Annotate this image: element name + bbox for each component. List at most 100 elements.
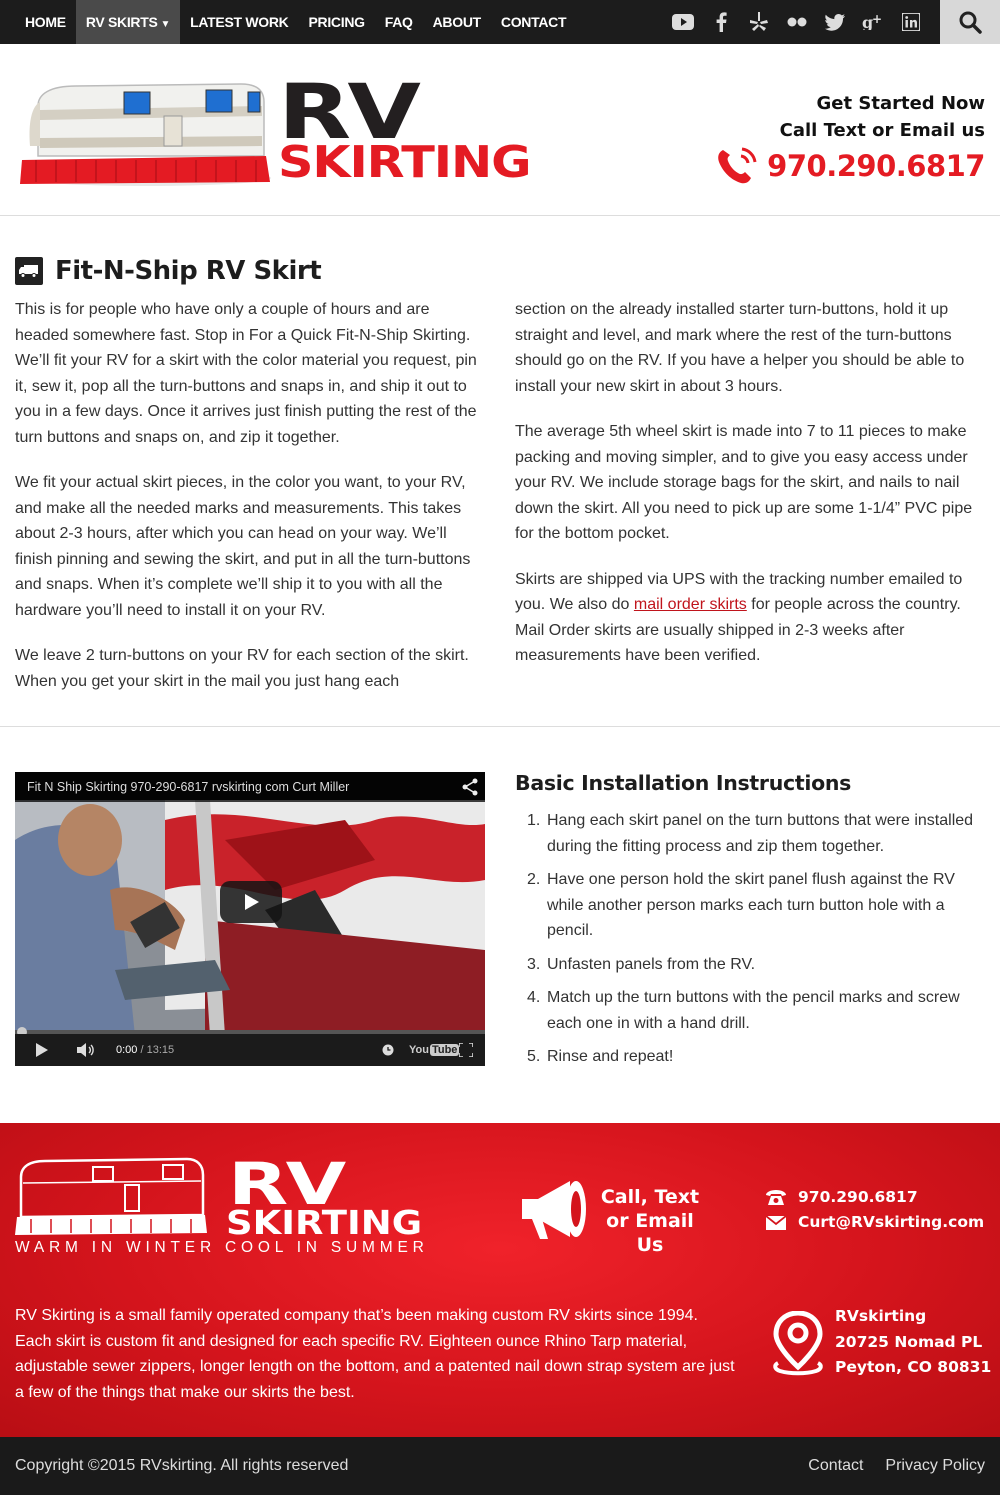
page-title: Fit-N-Ship RV Skirt xyxy=(55,256,322,286)
logo-skirting-text: SKIRTING xyxy=(278,137,532,188)
shipping-paragraph: Skirts are shipped via UPS with the trac… xyxy=(515,567,990,669)
video-controls: 0:00 / 13:15 You Tube xyxy=(15,1034,485,1066)
list-item: 1. Hang each skirt panel on the turn butt… xyxy=(515,808,985,859)
video-title[interactable]: Fit N Ship Skirting 970-290-6817 rvskirt… xyxy=(15,772,485,802)
paragraph: This is for people who have only a coupl… xyxy=(15,301,477,446)
list-item: 3. Unfasten panels from the RV. xyxy=(515,952,985,978)
watch-later-icon[interactable] xyxy=(382,1044,394,1056)
chevron-down-icon: ▼ xyxy=(160,19,171,30)
footer-email[interactable]: Curt@RVskirting.com xyxy=(798,1210,984,1235)
header-phone-number[interactable]: 970.290.6817 xyxy=(767,149,985,183)
site-footer: RV SKIRTING WARM IN WINTER COOL IN SUMME… xyxy=(0,1123,1000,1437)
footer-contact: 970.290.6817 Curt@RVskirting.com xyxy=(765,1185,984,1235)
time-separator: / xyxy=(137,1044,147,1056)
header-call-to-action: Get Started Now Call Text or Email us 97… xyxy=(715,90,985,186)
nav-item-faq[interactable]: FAQ xyxy=(375,0,423,44)
content-left-column: This is for people who have only a coupl… xyxy=(15,297,485,714)
mail-order-skirts-link[interactable]: mail order skirts xyxy=(634,596,747,613)
step-text: Match up the turn buttons with the penci… xyxy=(547,989,960,1032)
footer-phone-row: 970.290.6817 xyxy=(765,1185,984,1210)
top-nav-bar: HOME RV SKIRTS ▼ LATEST WORK PRICING FAQ … xyxy=(0,0,1000,44)
section-divider xyxy=(0,726,1000,727)
flickr-icon[interactable] xyxy=(778,0,816,44)
footer-tagline: WARM IN WINTER COOL IN SUMMER xyxy=(15,1239,429,1256)
paragraph: The average 5th wheel skirt is made into… xyxy=(515,423,973,542)
video-play-button[interactable] xyxy=(220,881,282,923)
footer-logo-rv: RV xyxy=(228,1150,346,1218)
step-number: 1. xyxy=(527,812,541,829)
social-links: g + xyxy=(664,0,930,44)
search-icon xyxy=(959,11,982,34)
search-button[interactable] xyxy=(940,0,1000,44)
svg-text:+: + xyxy=(872,14,882,26)
cta-get-started: Get Started Now xyxy=(816,93,985,114)
step-text: Hang each skirt panel on the turn button… xyxy=(547,812,974,855)
time-total: 13:15 xyxy=(146,1044,175,1056)
rv-trailer-outline-icon xyxy=(15,1157,207,1235)
step-text: Rinse and repeat! xyxy=(547,1048,674,1065)
twitter-icon[interactable] xyxy=(816,0,854,44)
step-text: Have one person hold the skirt panel flu… xyxy=(547,871,955,939)
time-current: 0:00 xyxy=(116,1044,138,1056)
copyright-text: Copyright ©2015 RVskirting. All rights r… xyxy=(15,1457,349,1474)
main-menu: HOME RV SKIRTS ▼ LATEST WORK PRICING FAQ … xyxy=(15,0,576,44)
paragraph: We leave 2 turn-buttons on your RV for e… xyxy=(15,647,469,690)
yelp-icon[interactable] xyxy=(740,0,778,44)
envelope-icon xyxy=(765,1215,787,1230)
nav-item-about[interactable]: ABOUT xyxy=(423,0,491,44)
footer-link-contact[interactable]: Contact xyxy=(808,1437,863,1495)
truck-icon xyxy=(15,257,43,285)
paragraph: section on the already installed starter… xyxy=(515,301,965,395)
logo-rv-text: RV xyxy=(278,67,421,156)
volume-icon[interactable] xyxy=(77,1043,97,1057)
bottom-links: Contact Privacy Policy xyxy=(786,1437,985,1495)
youtube-logo[interactable]: You Tube xyxy=(409,1044,460,1056)
instructions-list: 1. Hang each skirt panel on the turn butt… xyxy=(515,808,985,1078)
nav-item-contact[interactable]: CONTACT xyxy=(491,0,576,44)
list-item: 2. Have one person hold the skirt panel f… xyxy=(515,867,985,944)
rv-trailer-logo-image xyxy=(20,83,271,186)
footer-email-row: Curt@RVskirting.com xyxy=(765,1210,984,1235)
footer-about-text: RV Skirting is a small family operated c… xyxy=(15,1307,735,1401)
call-line-2: or Email Us xyxy=(606,1210,694,1256)
footer-phone[interactable]: 970.290.6817 xyxy=(798,1185,918,1210)
phone-icon xyxy=(718,147,757,184)
youtube-icon[interactable] xyxy=(664,0,702,44)
nav-item-home[interactable]: HOME xyxy=(15,0,76,44)
step-text: Unfasten panels from the RV. xyxy=(547,955,756,973)
cta-call-text-email: Call Text or Email us xyxy=(779,120,985,141)
linkedin-icon[interactable] xyxy=(892,0,930,44)
youtube-logo-text: You xyxy=(409,1044,429,1056)
footer-address: RVskirting 20725 Nomad PL Peyton, CO 808… xyxy=(835,1304,991,1381)
map-pin-icon xyxy=(773,1311,823,1376)
footer-link-privacy-policy[interactable]: Privacy Policy xyxy=(885,1437,985,1495)
instructions-title: Basic Installation Instructions xyxy=(515,771,852,795)
list-item: 4. Match up the turn buttons with the pen… xyxy=(515,985,985,1036)
telephone-icon xyxy=(765,1189,787,1206)
share-icon[interactable] xyxy=(461,778,479,796)
nav-item-latest-work[interactable]: LATEST WORK xyxy=(180,0,298,44)
site-header: RV SKIRTING Get Started Now Call Text or… xyxy=(0,44,1000,216)
nav-item-label: RV SKIRTS xyxy=(85,14,158,30)
play-icon xyxy=(245,894,259,910)
facebook-icon[interactable] xyxy=(702,0,740,44)
youtube-video-player[interactable]: Fit N Ship Skirting 970-290-6817 rvskirt… xyxy=(15,772,485,1066)
address-name: RVskirting xyxy=(835,1307,927,1325)
nav-item-pricing[interactable]: PRICING xyxy=(298,0,374,44)
nav-item-rv-skirts[interactable]: RV SKIRTS ▼ xyxy=(75,0,181,44)
youtube-logo-badge: Tube xyxy=(429,1044,460,1056)
footer-logo-skirting: SKIRTING xyxy=(226,1203,423,1242)
megaphone-icon xyxy=(522,1181,586,1239)
bottom-bar: Copyright ©2015 RVskirting. All rights r… xyxy=(0,1437,1000,1495)
paragraph: We fit your actual skirt pieces, in the … xyxy=(15,474,471,619)
call-line-1: Call, Text xyxy=(600,1186,700,1208)
play-icon[interactable] xyxy=(35,1043,49,1057)
footer-call-text: Call, Text or Email Us xyxy=(595,1185,705,1257)
list-item: 5. Rinse and repeat! xyxy=(515,1044,985,1070)
content-right-column: section on the already installed starter… xyxy=(515,297,990,689)
google-plus-icon[interactable]: g + xyxy=(854,0,892,44)
step-number: 3. xyxy=(527,955,541,973)
site-logo[interactable]: RV SKIRTING xyxy=(16,67,546,188)
cta-phone-row: 970.290.6817 xyxy=(715,146,985,186)
fullscreen-icon[interactable] xyxy=(459,1043,473,1057)
